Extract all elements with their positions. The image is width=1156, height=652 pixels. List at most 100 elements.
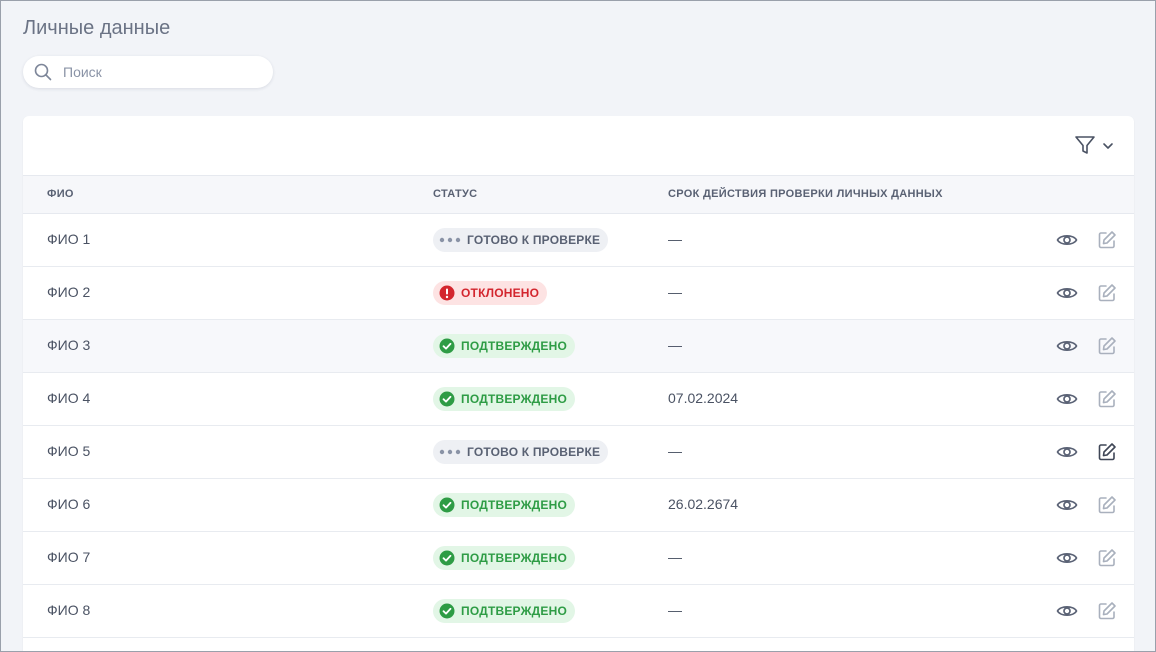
- filter-button[interactable]: [1074, 134, 1114, 161]
- table-row[interactable]: ФИО 3 ПОДТВЕРЖДЕНО —: [23, 320, 1134, 373]
- status-label: ГОТОВО К ПРОВЕРКЕ: [467, 233, 601, 247]
- row-expiry: —: [668, 549, 682, 565]
- data-table-card: ФИО СТАТУС СРОК ДЕЙСТВИЯ ПРОВЕРКИ ЛИЧНЫХ…: [23, 116, 1134, 651]
- row-name: ФИО 8: [47, 602, 91, 618]
- view-button[interactable]: [1056, 334, 1078, 358]
- edit-button[interactable]: [1096, 387, 1118, 411]
- table-row[interactable]: ФИО 5 ГОТОВО К ПРОВЕРКЕ —: [23, 426, 1134, 479]
- row-expiry: —: [668, 602, 682, 618]
- row-expiry: 26.02.2674: [668, 496, 739, 512]
- row-actions: [1056, 228, 1118, 252]
- table-row[interactable]: ФИО 2 ОТКЛОНЕНО —: [23, 267, 1134, 320]
- edit-button[interactable]: [1096, 493, 1118, 517]
- column-header-expiry[interactable]: СРОК ДЕЙСТВИЯ ПРОВЕРКИ ЛИЧНЫХ ДАННЫХ: [668, 188, 943, 200]
- search-icon: [33, 62, 53, 82]
- status-label: ГОТОВО К ПРОВЕРКЕ: [467, 445, 601, 459]
- status-badge: ГОТОВО К ПРОВЕРКЕ: [433, 228, 609, 252]
- edit-icon: [1097, 601, 1117, 621]
- edit-icon: [1097, 283, 1117, 303]
- edit-button[interactable]: [1096, 546, 1118, 570]
- dots-icon: [439, 236, 461, 244]
- row-name: ФИО 2: [47, 284, 91, 300]
- check-circle-icon: [439, 550, 455, 566]
- status-badge: ПОДТВЕРЖДЕНО: [433, 493, 575, 517]
- row-expiry: —: [668, 337, 682, 353]
- check-circle-icon: [439, 497, 455, 513]
- row-actions: [1056, 546, 1118, 570]
- table-header: ФИО СТАТУС СРОК ДЕЙСТВИЯ ПРОВЕРКИ ЛИЧНЫХ…: [23, 176, 1134, 214]
- eye-icon: [1056, 444, 1078, 460]
- edit-icon: [1097, 442, 1117, 462]
- eye-icon: [1056, 338, 1078, 354]
- eye-icon: [1056, 391, 1078, 407]
- status-label: ПОДТВЕРЖДЕНО: [461, 339, 567, 353]
- status-badge-cell: ПОДТВЕРЖДЕНО: [433, 599, 575, 623]
- eye-icon: [1056, 603, 1078, 619]
- row-actions: [1056, 493, 1118, 517]
- status-label: ПОДТВЕРЖДЕНО: [461, 604, 567, 618]
- status-badge: ГОТОВО К ПРОВЕРКЕ: [433, 440, 609, 464]
- dots-icon: [439, 448, 461, 456]
- status-badge-cell: ГОТОВО К ПРОВЕРКЕ: [433, 228, 609, 252]
- edit-icon: [1097, 495, 1117, 515]
- status-badge: ОТКЛОНЕНО: [433, 281, 548, 305]
- status-badge: ПОДТВЕРЖДЕНО: [433, 546, 575, 570]
- check-circle-icon: [439, 391, 455, 407]
- view-button[interactable]: [1056, 546, 1078, 570]
- status-badge: ПОДТВЕРЖДЕНО: [433, 387, 575, 411]
- filter-icon: [1074, 134, 1096, 161]
- row-name: ФИО 3: [47, 337, 91, 353]
- row-name: ФИО 7: [47, 549, 91, 565]
- view-button[interactable]: [1056, 599, 1078, 623]
- search-input[interactable]: [63, 64, 253, 80]
- edit-icon: [1097, 548, 1117, 568]
- table-row[interactable]: ФИО 4 ПОДТВЕРЖДЕНО 07.02.2024: [23, 373, 1134, 426]
- row-name: ФИО 1: [47, 231, 91, 247]
- table-row[interactable]: ФИО 6 ПОДТВЕРЖДЕНО 26.02.2674: [23, 479, 1134, 532]
- status-label: ОТКЛОНЕНО: [461, 286, 540, 300]
- view-button[interactable]: [1056, 281, 1078, 305]
- row-actions: [1056, 599, 1118, 623]
- row-actions: [1056, 440, 1118, 464]
- column-header-status[interactable]: СТАТУС: [433, 188, 477, 200]
- edit-button[interactable]: [1096, 334, 1118, 358]
- row-actions: [1056, 281, 1118, 305]
- table-row[interactable]: ФИО 1 ГОТОВО К ПРОВЕРКЕ —: [23, 214, 1134, 267]
- row-actions: [1056, 387, 1118, 411]
- status-badge-cell: ПОДТВЕРЖДЕНО: [433, 334, 575, 358]
- edit-icon: [1097, 336, 1117, 356]
- table-toolbar: [23, 116, 1134, 176]
- column-header-name[interactable]: ФИО: [47, 188, 74, 200]
- edit-button[interactable]: [1096, 228, 1118, 252]
- row-name: ФИО 5: [47, 443, 91, 459]
- status-badge-cell: ПОДТВЕРЖДЕНО: [433, 546, 575, 570]
- view-button[interactable]: [1056, 440, 1078, 464]
- status-badge: ПОДТВЕРЖДЕНО: [433, 599, 575, 623]
- status-label: ПОДТВЕРЖДЕНО: [461, 392, 567, 406]
- row-expiry: —: [668, 231, 682, 247]
- table-row[interactable]: ФИО 7 ПОДТВЕРЖДЕНО —: [23, 532, 1134, 585]
- check-circle-icon: [439, 338, 455, 354]
- view-button[interactable]: [1056, 387, 1078, 411]
- view-button[interactable]: [1056, 228, 1078, 252]
- status-label: ПОДТВЕРЖДЕНО: [461, 498, 567, 512]
- eye-icon: [1056, 550, 1078, 566]
- edit-button[interactable]: [1096, 281, 1118, 305]
- view-button[interactable]: [1056, 493, 1078, 517]
- check-circle-icon: [439, 603, 455, 619]
- status-badge-cell: ПОДТВЕРЖДЕНО: [433, 387, 575, 411]
- status-badge: ПОДТВЕРЖДЕНО: [433, 334, 575, 358]
- edit-button[interactable]: [1096, 440, 1118, 464]
- app-frame: Личные данные ФИО СТАТУС СРОК ДЕЙСТВИЯ П…: [0, 0, 1156, 652]
- edit-button[interactable]: [1096, 599, 1118, 623]
- edit-icon: [1097, 230, 1117, 250]
- row-name: ФИО 6: [47, 496, 91, 512]
- row-expiry: —: [668, 284, 682, 300]
- status-badge-cell: ОТКЛОНЕНО: [433, 281, 548, 305]
- eye-icon: [1056, 232, 1078, 248]
- status-label: ПОДТВЕРЖДЕНО: [461, 551, 567, 565]
- page-title: Личные данные: [23, 17, 171, 39]
- search-box[interactable]: [23, 56, 273, 88]
- edit-icon: [1097, 389, 1117, 409]
- table-row[interactable]: ФИО 8 ПОДТВЕРЖДЕНО —: [23, 585, 1134, 638]
